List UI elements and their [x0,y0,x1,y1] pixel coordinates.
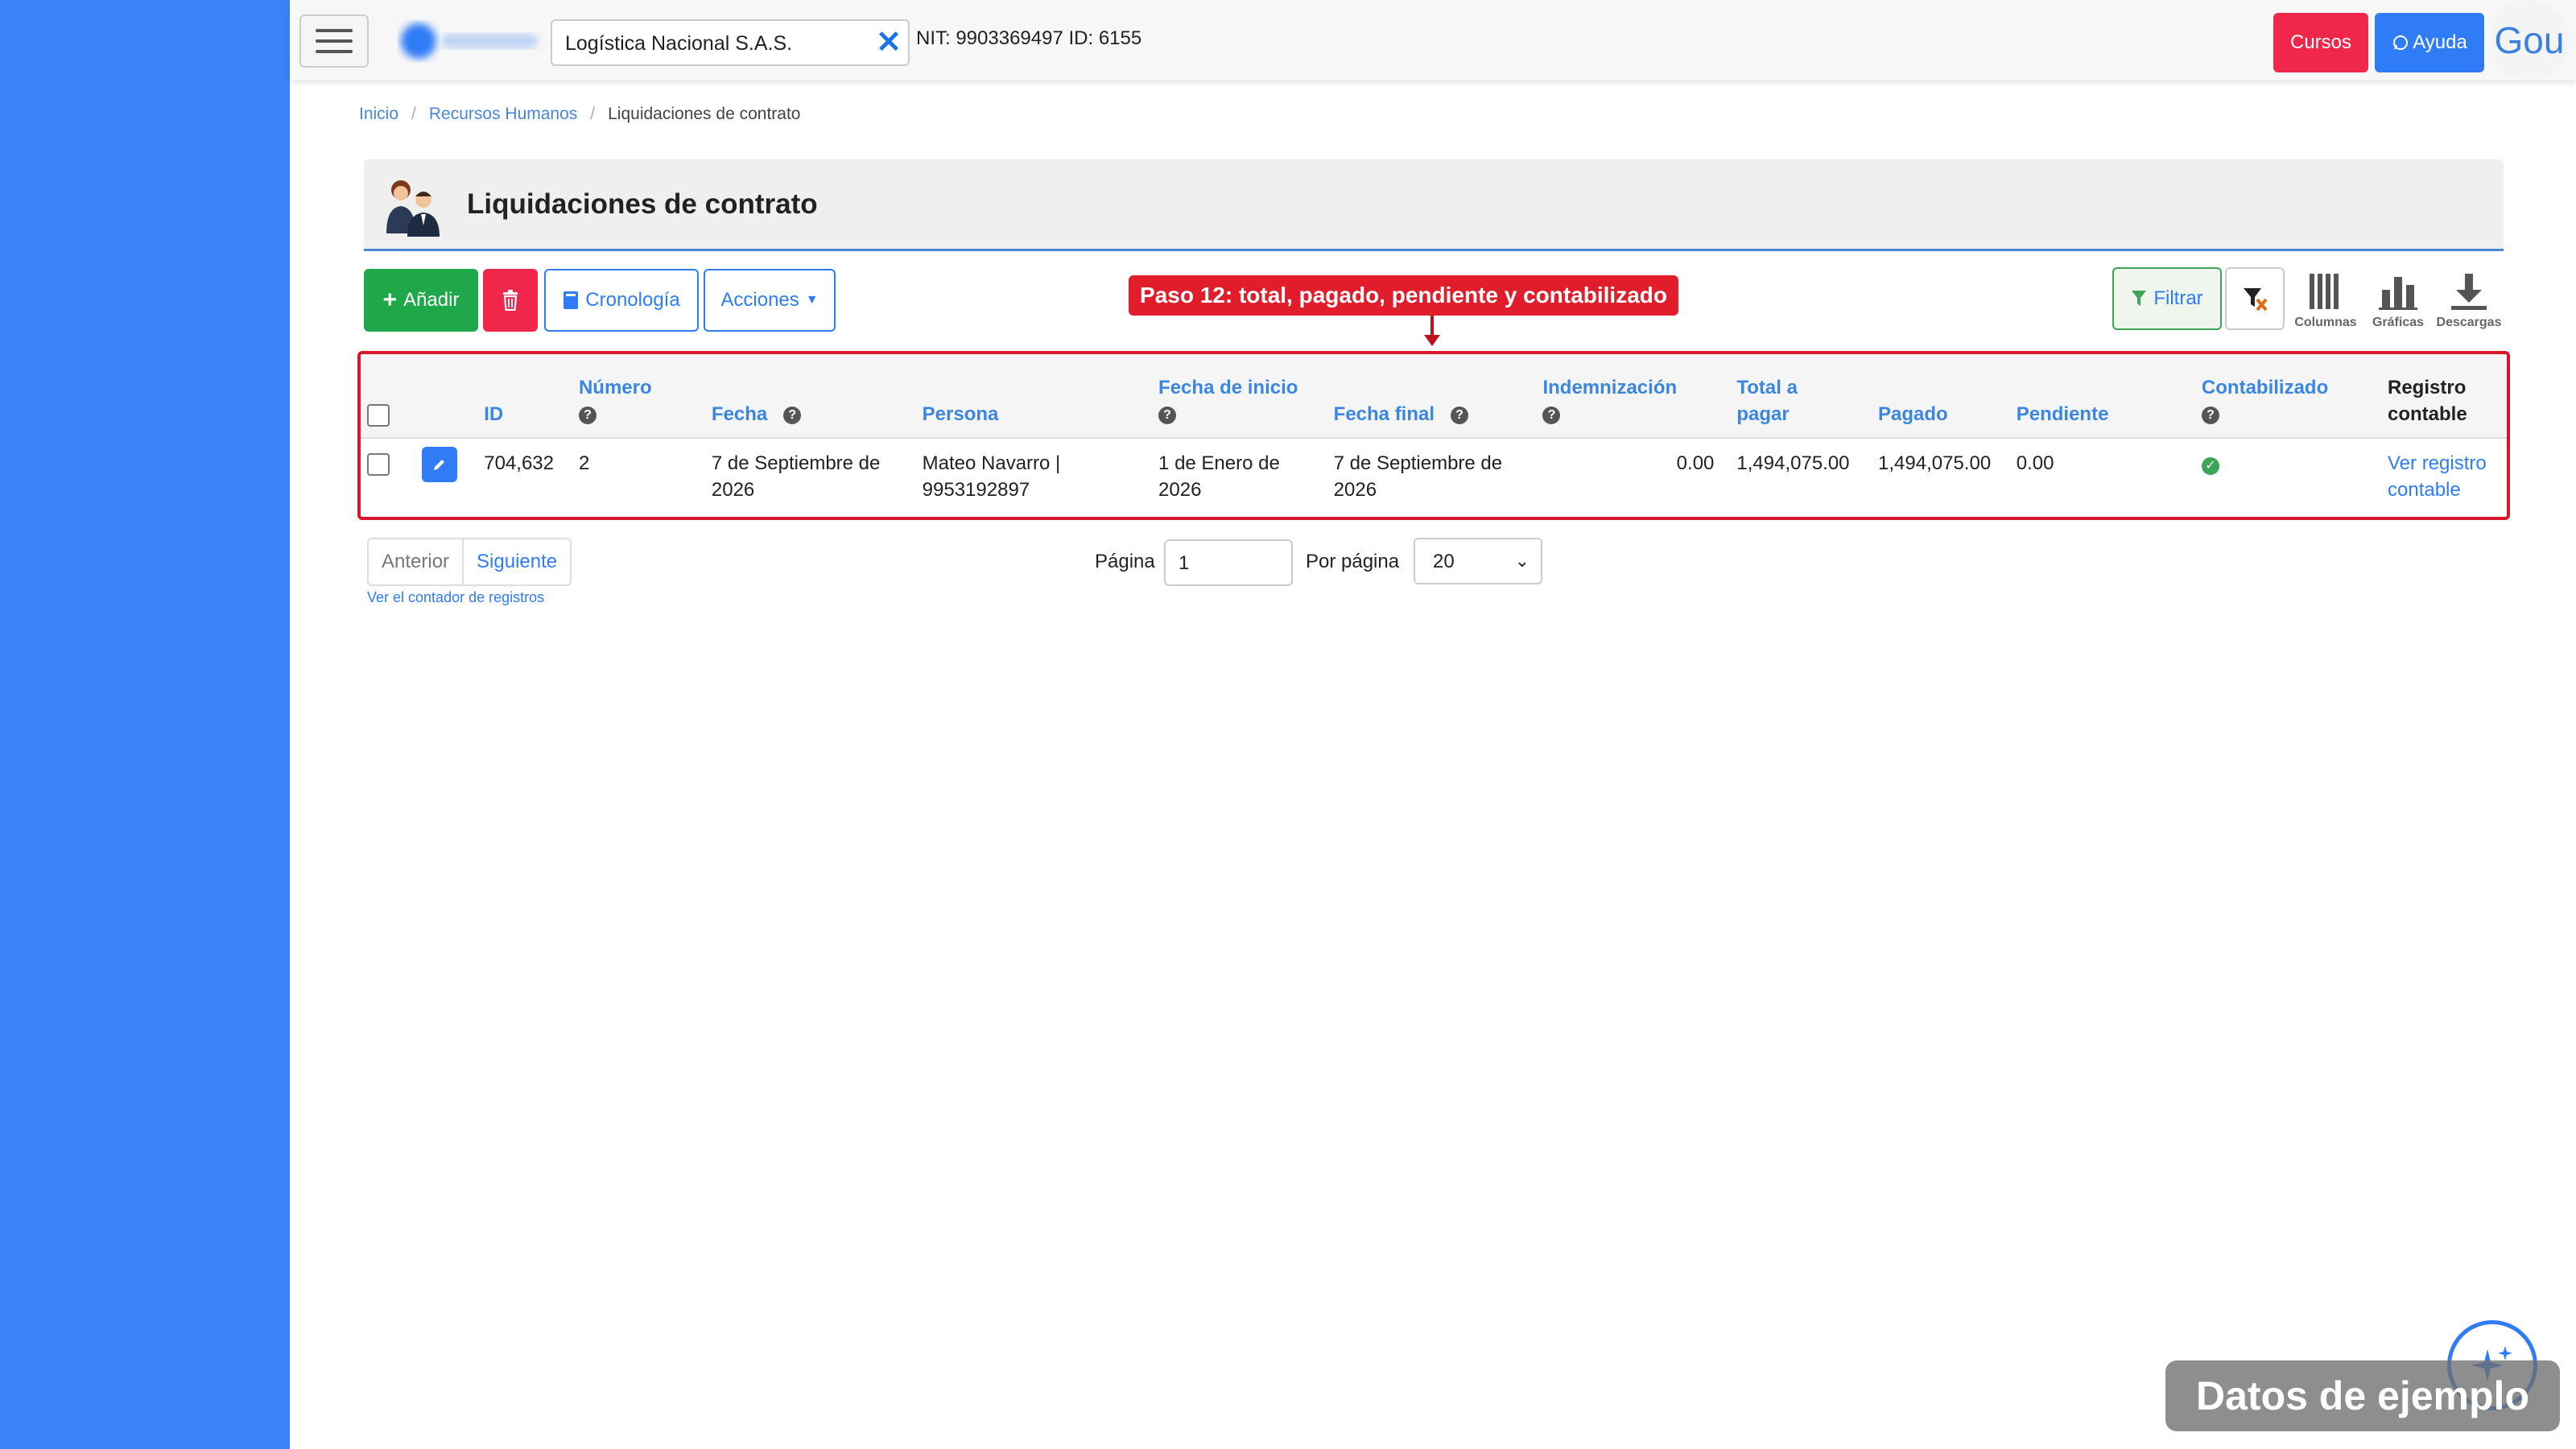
per-page-value: 20 [1433,551,1455,572]
top-navbar: Logística Nacional S.A.S. ✕ NIT: 9903369… [290,0,2576,80]
menu-toggle-button[interactable] [299,14,369,68]
col-registro-contable: Registro contable [2388,377,2467,425]
col-pendiente[interactable]: Pendiente [2010,354,2195,438]
breadcrumb-inicio[interactable]: Inicio [359,105,398,123]
breadcrumb-current: Liquidaciones de contrato [608,105,801,123]
company-logo [401,23,538,59]
cell-id: 704,632 [484,452,554,474]
col-pagado[interactable]: Pagado [1872,354,2010,438]
cell-numero: 2 [578,452,590,474]
cronologia-button[interactable]: Cronología [544,269,699,332]
check-circle-icon: ✓ [2201,457,2219,475]
help-icon[interactable]: ? [1158,406,1177,424]
help-icon[interactable]: ? [578,406,597,424]
filter-label: Filtrar [2153,287,2203,309]
cronologia-label: Cronología [585,289,680,311]
breadcrumb-separator: / [590,105,596,123]
clear-filter-button[interactable] [2225,267,2285,330]
sidebar [0,0,290,1449]
col-persona[interactable]: Persona [916,354,1152,438]
caret-down-icon: ▼ [805,293,819,307]
table-row[interactable]: 704,632 2 7 de Septiembre de 2026 Mateo … [361,438,2507,517]
breadcrumb: Inicio / Recursos Humanos / Liquidaciones de… [359,105,800,124]
help-icon[interactable]: ? [2201,406,2219,424]
pencil-icon [433,460,444,470]
select-all-checkbox[interactable] [367,403,390,427]
help-icon[interactable]: ? [783,406,802,424]
plus-icon: + [382,287,398,313]
liquidaciones-table: ID Número? Fecha ? Persona Fecha de inic… [361,354,2507,517]
cursos-button[interactable]: Cursos [2273,13,2368,72]
columns-icon [2310,274,2339,309]
prev-page-button[interactable]: Anterior [369,539,464,584]
col-fecha[interactable]: Fecha ? [705,354,916,438]
sample-data-watermark: Datos de ejemplo [2165,1360,2560,1431]
table-header-row: ID Número? Fecha ? Persona Fecha de inic… [361,354,2507,438]
col-fecha-inicio[interactable]: Fecha de inicio? [1152,354,1327,438]
delete-button[interactable] [483,269,538,332]
page-input[interactable]: 1 [1164,539,1293,586]
col-numero[interactable]: Número? [572,354,705,438]
page-label: Página [1095,551,1155,572]
trash-icon [503,290,518,311]
breadcrumb-recursos-humanos[interactable]: Recursos Humanos [429,105,577,123]
columns-tool[interactable]: Columnas [2291,272,2360,330]
company-selector[interactable]: Logística Nacional S.A.S. ✕ [551,19,910,66]
edit-button[interactable] [421,447,457,482]
record-counter-link[interactable]: Ver el contador de registros [367,589,544,606]
clear-filter-icon [2244,288,2268,312]
ayuda-button[interactable]: Ayuda [2375,13,2484,72]
help-icon[interactable]: ? [1451,406,1469,424]
per-page-label: Por página [1306,551,1400,572]
cell-total: 1,494,075.00 [1736,452,1850,474]
row-checkbox[interactable] [367,452,390,476]
whatsapp-icon [2393,35,2409,50]
add-button[interactable]: + Añadir [364,269,478,332]
tooltip-arrowhead [1424,335,1440,346]
cell-fecha: 7 de Septiembre de 2026 [711,452,881,501]
cell-persona: Mateo Navarro | 9953192897 [922,452,1061,501]
clear-icon[interactable]: ✕ [876,27,902,58]
download-icon [2451,274,2487,310]
user-avatar[interactable]: Gou [2489,0,2570,80]
book-icon [564,291,579,309]
col-id[interactable]: ID [477,354,572,438]
people-icon [386,180,440,237]
hamburger-icon [316,29,353,32]
downloads-label: Descargas [2436,316,2502,329]
chevron-down-icon: ⌄ [1514,551,1530,571]
next-page-button[interactable]: Siguiente [464,539,570,584]
step-tooltip: Paso 12: total, pagado, pendiente y cont… [1129,275,1678,316]
columns-label: Columnas [2294,316,2357,329]
pagination: Anterior Siguiente [367,538,572,586]
col-contabilizado[interactable]: Contabilizado? [2195,354,2381,438]
cell-fecha-inicio: 1 de Enero de 2026 [1158,452,1280,501]
funnel-icon [2132,291,2147,306]
downloads-tool[interactable]: Descargas [2434,272,2504,330]
col-indemnizacion[interactable]: Indemnización? [1536,354,1730,438]
cell-indemnizacion: 0.00 [1676,452,1715,474]
company-name: Logística Nacional S.A.S. [565,32,793,55]
page-header-panel: Liquidaciones de contrato [364,159,2504,251]
acciones-label: Acciones [720,289,799,311]
col-total[interactable]: Total a pagar [1730,354,1872,438]
filter-button[interactable]: Filtrar [2112,267,2222,330]
cell-pagado: 1,494,075.00 [1878,452,1992,474]
ver-registro-link[interactable]: Ver registro contable [2388,452,2487,501]
add-label: Añadir [403,289,460,311]
charts-label: Gráficas [2372,316,2425,329]
ayuda-label: Ayuda [2413,31,2467,53]
page-title: Liquidaciones de contrato [467,188,818,220]
per-page-select[interactable]: 20 ⌄ [1414,538,1542,584]
highlighted-table-region: ID Número? Fecha ? Persona Fecha de inic… [357,351,2510,520]
help-icon[interactable]: ? [1542,406,1561,424]
bar-chart-icon [2379,277,2417,310]
col-fecha-final[interactable]: Fecha final ? [1327,354,1537,438]
cell-fecha-final: 7 de Septiembre de 2026 [1333,452,1503,501]
cell-pendiente: 0.00 [2016,452,2054,474]
acciones-dropdown[interactable]: Acciones ▼ [704,269,836,332]
breadcrumb-separator: / [411,105,416,123]
nit-id-text: NIT: 9903369497 ID: 6155 [916,27,1142,49]
charts-tool[interactable]: Gráficas [2363,272,2433,330]
